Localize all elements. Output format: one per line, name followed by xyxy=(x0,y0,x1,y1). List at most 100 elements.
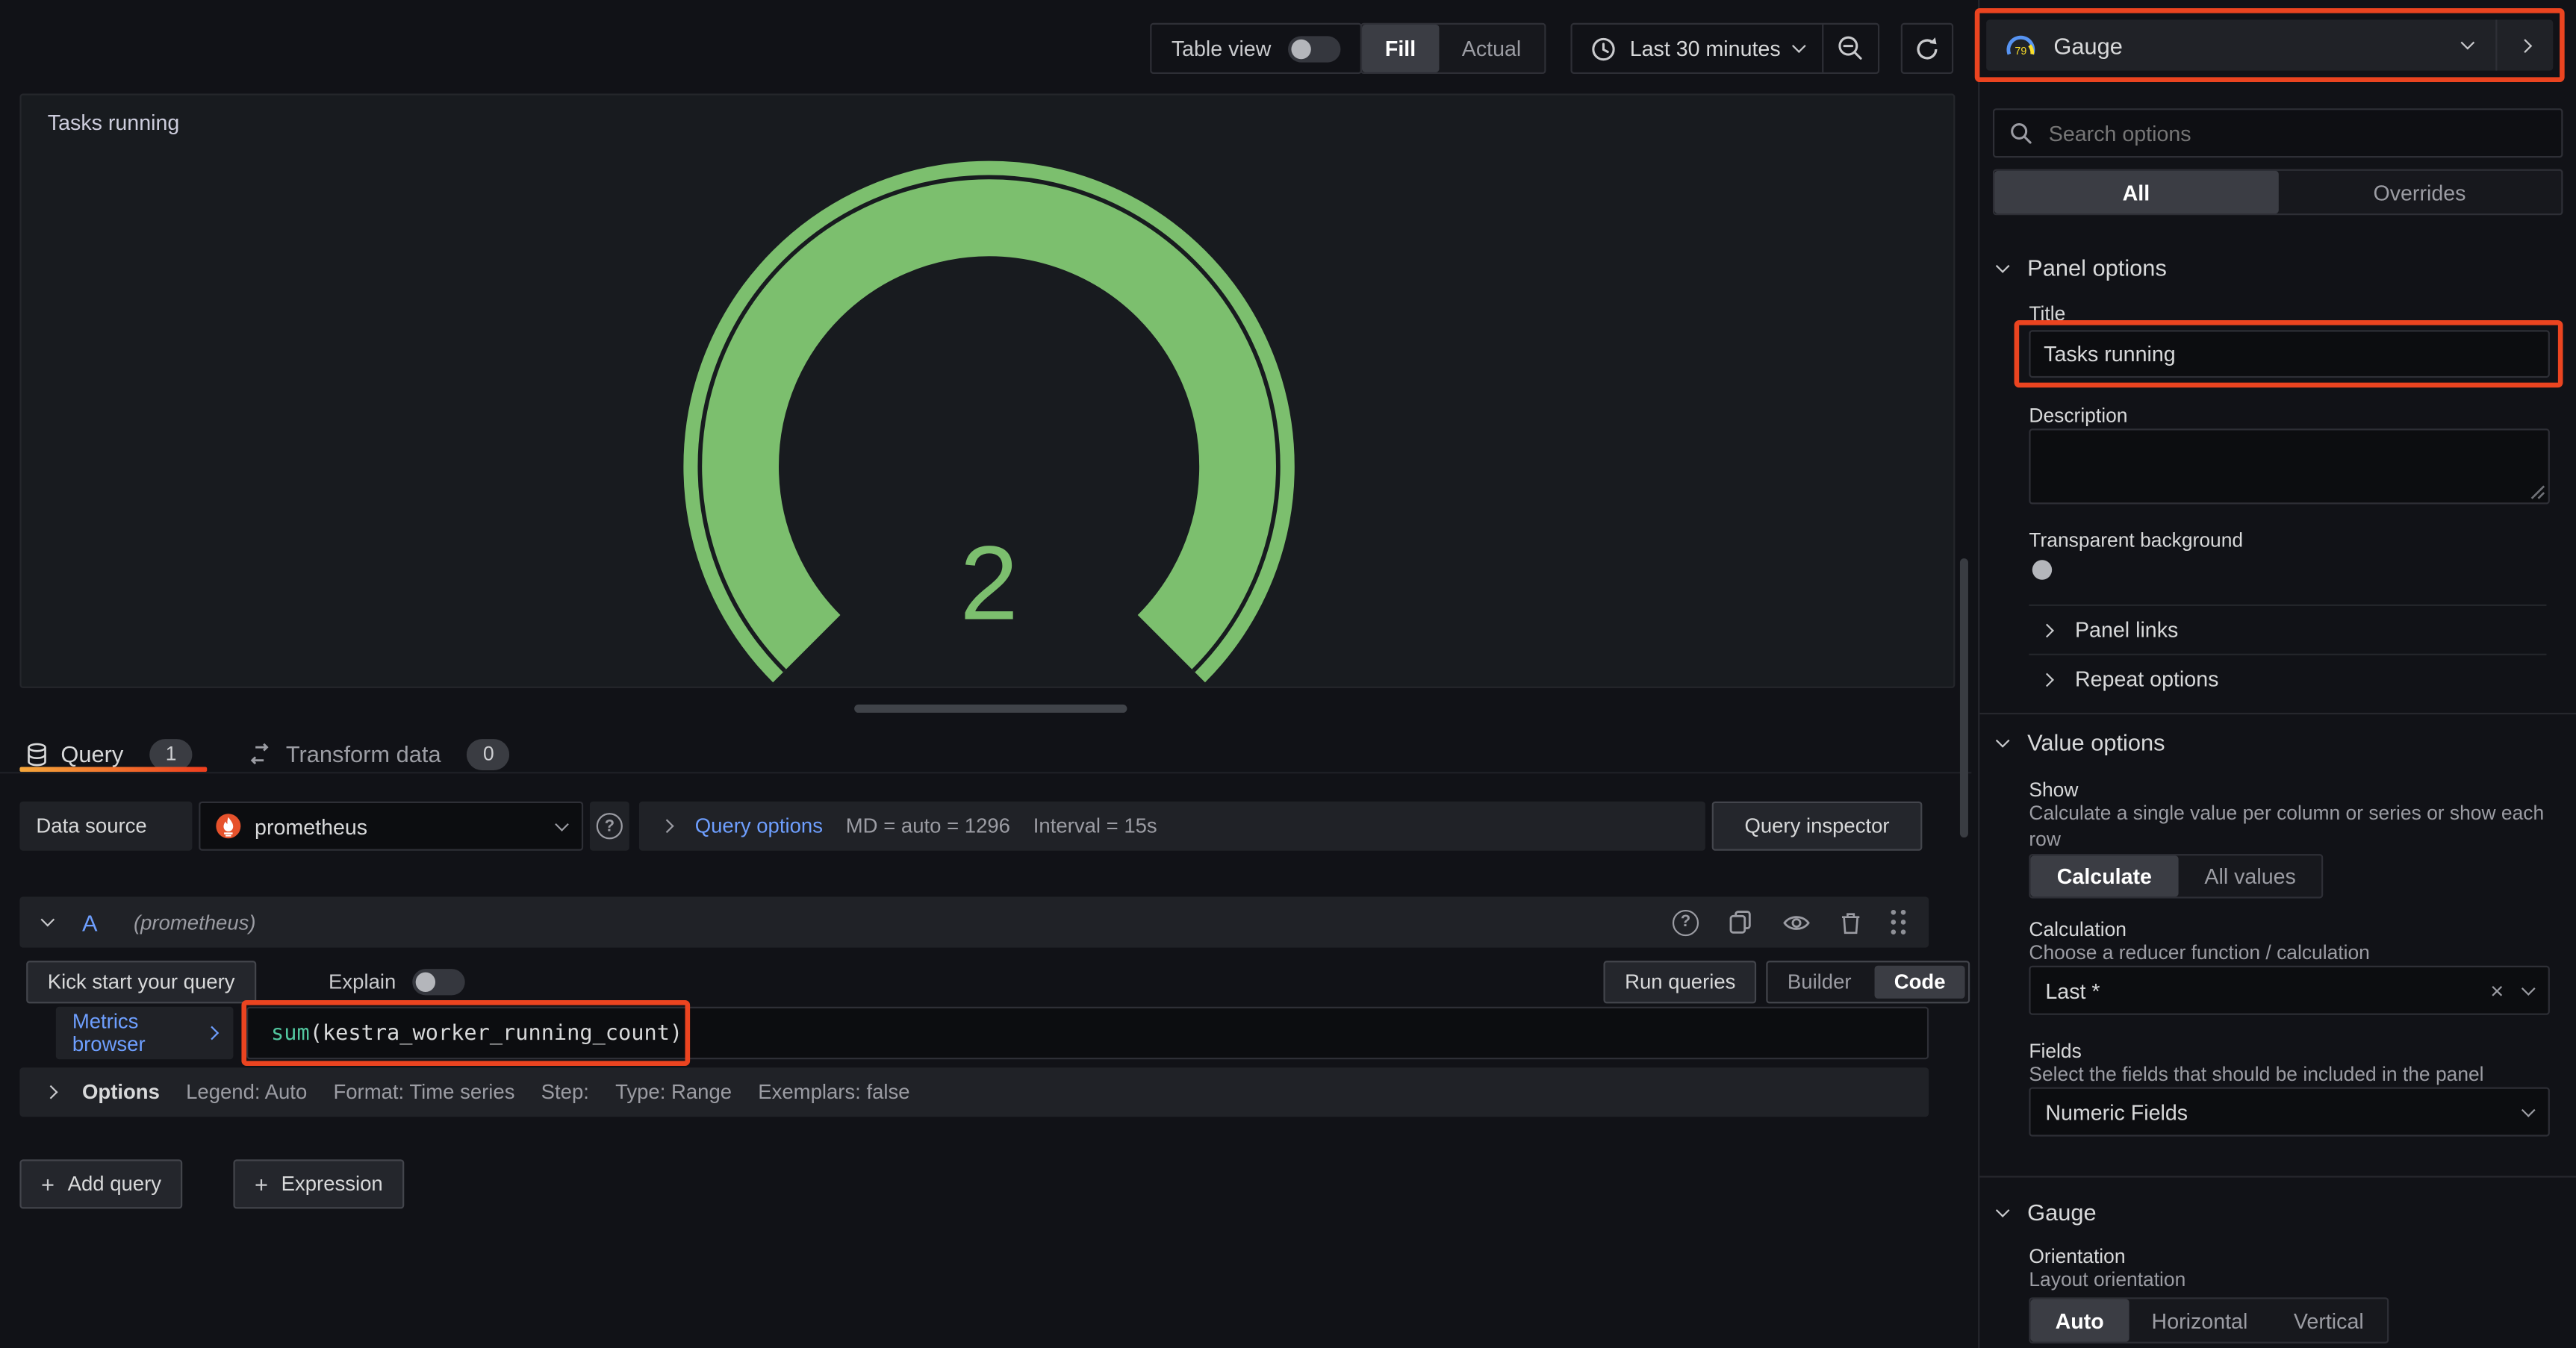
search-options-input[interactable] xyxy=(2045,119,2546,147)
actual-option[interactable]: Actual xyxy=(1439,25,1544,72)
query-expression-editor[interactable]: sum(kestra_worker_running_count) xyxy=(246,1007,1929,1059)
datasource-label-box: Data source xyxy=(19,802,192,851)
plus-icon: + xyxy=(41,1171,55,1197)
orientation-auto-option[interactable]: Auto xyxy=(2031,1299,2129,1341)
query-help-icon[interactable]: ? xyxy=(1673,909,1699,935)
refresh-button[interactable] xyxy=(1901,23,1953,74)
orientation-description: Layout orientation xyxy=(2029,1266,2185,1293)
calculate-option[interactable]: Calculate xyxy=(2031,855,2179,896)
calculation-value: Last * xyxy=(2045,978,2490,1002)
add-query-label: Add query xyxy=(68,1173,161,1196)
viz-picker[interactable]: 79 Gauge xyxy=(1986,19,2553,70)
sidebar-divider xyxy=(1978,0,1979,1348)
repeat-options-header[interactable]: Repeat options xyxy=(2042,667,2218,691)
orientation-horizontal-option[interactable]: Horizontal xyxy=(2129,1299,2271,1341)
divider xyxy=(2029,605,2546,606)
fields-label: Fields xyxy=(2029,1040,2081,1063)
query-options-collapsed-row[interactable]: Options Legend: Auto Format: Time series… xyxy=(19,1067,1929,1117)
time-picker-group: Last 30 minutes xyxy=(1570,23,1879,74)
panel-options-header[interactable]: Panel options xyxy=(1998,255,2167,281)
database-icon xyxy=(26,741,48,766)
scrollbar-thumb[interactable] xyxy=(1960,558,1968,837)
clock-icon xyxy=(1590,35,1617,61)
viz-picker-label: Gauge xyxy=(2053,32,2463,58)
query-options-row[interactable]: Query options MD = auto = 1296 Interval … xyxy=(639,802,1705,851)
builder-code-switch: Builder Code xyxy=(1766,961,1970,1003)
fill-option[interactable]: Fill xyxy=(1362,25,1439,72)
table-view-label: Table view xyxy=(1172,36,1272,60)
fields-select[interactable]: Numeric Fields xyxy=(2029,1088,2549,1137)
time-range-label: Last 30 minutes xyxy=(1630,36,1781,60)
pane-splitter-handle[interactable] xyxy=(854,705,1127,713)
chevron-down-icon xyxy=(2521,1102,2536,1117)
transform-icon xyxy=(246,740,273,767)
panel-links-header[interactable]: Panel links xyxy=(2042,617,2178,642)
transform-count-badge: 0 xyxy=(467,738,510,770)
add-query-button[interactable]: + Add query xyxy=(19,1159,182,1208)
add-expression-button[interactable]: + Expression xyxy=(233,1159,404,1208)
run-queries-button[interactable]: Run queries xyxy=(1603,961,1757,1003)
kick-start-query-button[interactable]: Kick start your query xyxy=(26,961,256,1003)
resize-handle-icon[interactable] xyxy=(2530,484,2545,499)
divider xyxy=(0,772,1971,773)
kick-start-label: Kick start your query xyxy=(48,970,235,993)
expression-body: (kestra_worker_running_count) xyxy=(310,1020,682,1045)
clear-icon[interactable]: × xyxy=(2490,977,2504,1003)
gauge-options-header[interactable]: Gauge xyxy=(1998,1199,2097,1225)
query-count-badge: 1 xyxy=(150,738,193,770)
collapse-query-icon[interactable] xyxy=(40,913,55,927)
panel-options-heading: Panel options xyxy=(2027,255,2167,281)
plus-icon: + xyxy=(255,1171,268,1197)
metrics-browser-label: Metrics browser xyxy=(72,1010,194,1056)
show-description: Calculate a single value per column or s… xyxy=(2029,800,2557,853)
duplicate-query-icon[interactable] xyxy=(1729,910,1753,934)
chevron-down-icon xyxy=(555,817,569,831)
search-options-box[interactable] xyxy=(1993,108,2563,157)
type-summary: Type: Range xyxy=(615,1081,732,1104)
description-textarea[interactable] xyxy=(2029,428,2549,504)
explain-toggle[interactable] xyxy=(412,969,464,995)
chevron-down-icon xyxy=(1996,733,2010,747)
datasource-help-button[interactable]: ? xyxy=(590,802,629,851)
orientation-vertical-option[interactable]: Vertical xyxy=(2271,1299,2386,1341)
time-range-button[interactable]: Last 30 minutes xyxy=(1572,25,1822,72)
code-option[interactable]: Code xyxy=(1874,966,1965,999)
orientation-switch: Auto Horizontal Vertical xyxy=(2029,1297,2388,1344)
calculation-label: Calculation xyxy=(2029,918,2127,941)
chevron-down-icon xyxy=(1996,1202,2010,1217)
all-values-option[interactable]: All values xyxy=(2178,855,2322,896)
query-row-header[interactable]: A (prometheus) ? xyxy=(19,896,1929,947)
tab-overrides[interactable]: Overrides xyxy=(2278,171,2562,213)
tab-transform-data[interactable]: Transform data 0 xyxy=(246,736,510,772)
title-input[interactable] xyxy=(2029,330,2549,378)
tab-all[interactable]: All xyxy=(1994,171,2278,213)
value-options-heading: Value options xyxy=(2027,729,2165,755)
panel-links-label: Panel links xyxy=(2075,617,2178,642)
datasource-picker[interactable]: prometheus xyxy=(199,802,583,851)
metrics-browser-button[interactable]: Metrics browser xyxy=(56,1007,234,1059)
calculation-select[interactable]: Last * × xyxy=(2029,966,2549,1015)
query-inspector-button[interactable]: Query inspector xyxy=(1712,802,1923,851)
query-ref-id: A xyxy=(82,909,98,935)
drag-handle-icon[interactable] xyxy=(1891,910,1906,934)
gauge-value: 2 xyxy=(959,525,1018,642)
gauge-visualization: 2 xyxy=(644,155,1334,693)
query-options-label: Query options xyxy=(695,814,823,837)
options-pane-tabs: All Overrides xyxy=(1993,169,2563,216)
fields-description: Select the fields that should be include… xyxy=(2029,1061,2483,1088)
repeat-options-label: Repeat options xyxy=(2075,667,2218,691)
collapse-options-pane-button[interactable] xyxy=(2497,19,2553,70)
calculation-description: Choose a reducer function / calculation xyxy=(2029,940,2369,967)
chevron-down-icon xyxy=(1996,258,2010,272)
value-options-header[interactable]: Value options xyxy=(1998,729,2165,755)
gauge-viz-icon-value: 79 xyxy=(2015,45,2026,57)
trash-icon[interactable] xyxy=(1840,911,1861,934)
zoom-out-button[interactable] xyxy=(1823,25,1878,72)
eye-icon[interactable] xyxy=(1782,912,1810,932)
table-view-toggle[interactable] xyxy=(1287,35,1340,61)
fill-actual-switch: Fill Actual xyxy=(1360,23,1546,74)
query-inspector-label: Query inspector xyxy=(1744,814,1889,837)
builder-option[interactable]: Builder xyxy=(1768,962,1871,1002)
search-icon xyxy=(2009,122,2032,145)
transparent-background-label: Transparent background xyxy=(2029,528,2243,552)
